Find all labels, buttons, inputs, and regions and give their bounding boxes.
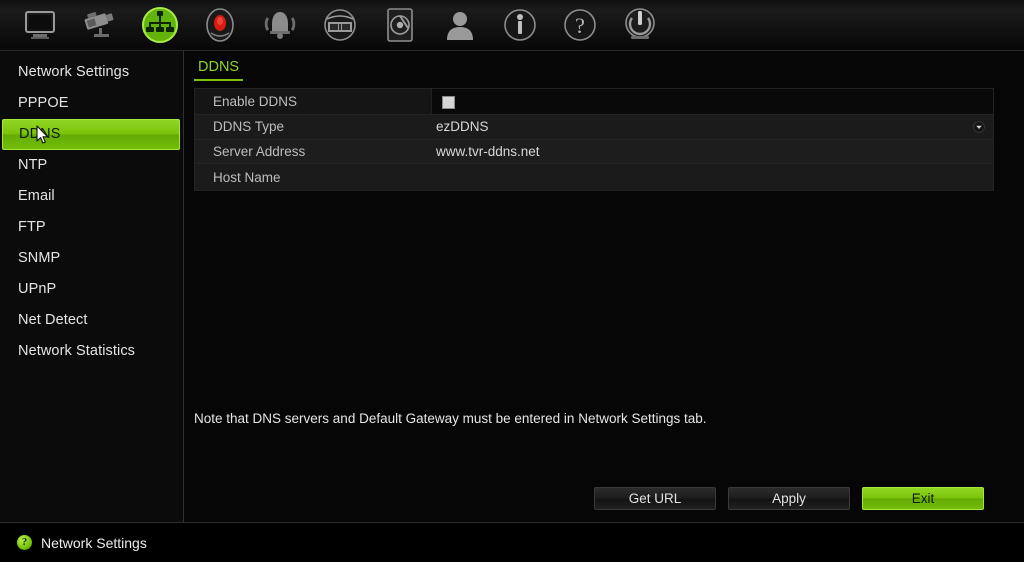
sidebar-item-label: DDNS <box>19 126 61 142</box>
server-address-input[interactable]: www.tvr-ddns.net <box>432 144 993 159</box>
sidebar-item-ddns[interactable]: DDNS <box>2 119 180 150</box>
sidebar-item-email[interactable]: Email <box>0 181 183 212</box>
enable-ddns-checkbox[interactable] <box>442 95 455 109</box>
sidebar-item-label: NTP <box>18 157 48 173</box>
nvr-settings-window: ? Network Settings PPPOE DDNS NTP Email … <box>0 0 1024 562</box>
apply-button[interactable]: Apply <box>728 487 850 510</box>
alarm-icon[interactable] <box>250 2 310 48</box>
ddns-settings-form: Enable DDNS DDNS Type ezDDNS Server Addr… <box>194 88 994 191</box>
sidebar-item-label: Network Statistics <box>18 343 136 359</box>
chevron-down-icon[interactable] <box>973 120 985 133</box>
sidebar-item-label: PPPOE <box>18 95 69 111</box>
sidebar-item-label: UPnP <box>18 281 57 297</box>
label-server-address: Server Address <box>213 143 306 159</box>
tab-bar: DDNS <box>194 56 244 84</box>
label-host-name: Host Name <box>213 169 281 185</box>
row-host-name[interactable]: Host Name <box>195 163 993 190</box>
label-ddns-type: DDNS Type <box>213 119 285 135</box>
playback-icon[interactable] <box>310 2 370 48</box>
sidebar-item-network-settings[interactable]: Network Settings <box>0 57 183 88</box>
form-note: Note that DNS servers and Default Gatewa… <box>194 411 707 426</box>
sidebar-item-label: Net Detect <box>18 312 88 328</box>
info-icon[interactable] <box>490 2 550 48</box>
hdd-icon[interactable] <box>370 2 430 48</box>
sidebar-item-label: SNMP <box>18 250 61 266</box>
status-bar-label: Network Settings <box>41 534 147 551</box>
sidebar-item-label: Email <box>18 188 55 204</box>
sidebar-item-ntp[interactable]: NTP <box>0 150 183 181</box>
sidebar-item-network-statistics[interactable]: Network Statistics <box>0 336 183 367</box>
help-hint-icon[interactable]: ? <box>17 535 32 550</box>
main-toolbar: ? <box>0 0 1024 51</box>
tab-ddns[interactable]: DDNS <box>194 56 244 81</box>
row-enable-ddns: Enable DDNS <box>195 89 993 114</box>
ddns-type-select[interactable]: ezDDNS <box>432 119 993 134</box>
user-icon[interactable] <box>430 2 490 48</box>
get-url-button[interactable]: Get URL <box>594 487 716 510</box>
camera-icon[interactable] <box>70 2 130 48</box>
network-icon[interactable] <box>130 2 190 48</box>
sidebar-item-pppoe[interactable]: PPPOE <box>0 88 183 119</box>
sidebar-item-snmp[interactable]: SNMP <box>0 243 183 274</box>
label-enable-ddns: Enable DDNS <box>195 89 432 114</box>
main-content: DDNS Enable DDNS DDNS Type ezDDNS Server… <box>184 51 1024 522</box>
value-enable-ddns <box>432 89 993 114</box>
settings-sidebar: Network Settings PPPOE DDNS NTP Email FT… <box>0 51 184 522</box>
row-server-address[interactable]: Server Address www.tvr-ddns.net <box>195 138 993 163</box>
exit-button[interactable]: Exit <box>862 487 984 510</box>
sidebar-item-label: Network Settings <box>18 64 130 80</box>
action-button-row: Get URL Apply Exit <box>594 487 984 510</box>
power-icon[interactable] <box>610 2 670 48</box>
help-icon[interactable]: ? <box>550 2 610 48</box>
display-icon[interactable] <box>10 2 70 48</box>
svg-text:?: ? <box>575 13 585 38</box>
status-bar: ? Network Settings <box>0 522 1024 562</box>
row-ddns-type[interactable]: DDNS Type ezDDNS <box>195 114 993 139</box>
sidebar-item-label: FTP <box>18 219 46 235</box>
record-icon[interactable] <box>190 2 250 48</box>
sidebar-item-ftp[interactable]: FTP <box>0 212 183 243</box>
sidebar-item-net-detect[interactable]: Net Detect <box>0 305 183 336</box>
sidebar-item-upnp[interactable]: UPnP <box>0 274 183 305</box>
